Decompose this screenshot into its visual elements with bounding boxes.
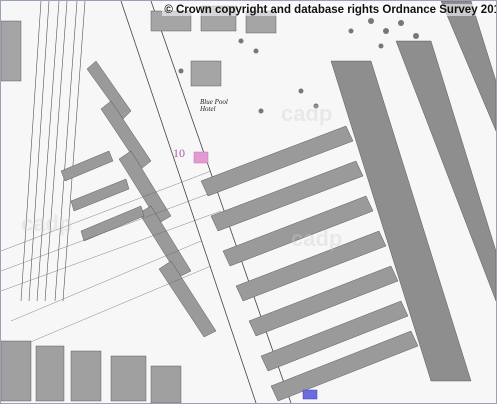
map-viewer[interactable]: cadp cadp cadp Blue Pool Hotel 10 © Crow… <box>0 0 497 404</box>
marker-label: 10 <box>173 146 185 160</box>
copyright-notice: © Crown copyright and database rights Or… <box>162 4 496 16</box>
historic-os-map[interactable]: cadp cadp cadp <box>1 1 496 403</box>
svg-text:cadp: cadp <box>281 101 332 126</box>
highlight-marker <box>193 151 209 164</box>
svg-text:cadp: cadp <box>21 211 72 236</box>
secondary-marker <box>302 389 318 400</box>
street-label: Blue Pool Hotel <box>200 98 228 113</box>
svg-text:cadp: cadp <box>291 226 342 251</box>
